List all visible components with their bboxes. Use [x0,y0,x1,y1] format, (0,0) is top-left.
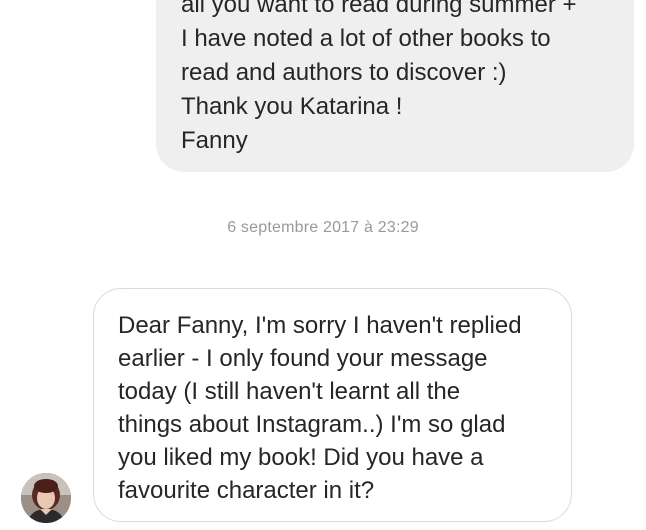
message-line: earlier - I only found your message [118,345,488,372]
message-line: I have noted a lot of other books to [181,25,551,52]
sender-avatar[interactable] [21,473,71,523]
message-thread: all you want to read during summer + I h… [0,0,646,530]
message-line: you liked my book! Did you have a [118,444,484,471]
message-line: favourite character in it? [118,477,375,504]
incoming-message-bubble[interactable]: Dear Fanny, I'm sorry I haven't replied … [93,288,572,522]
message-line: all you want to read during summer + [181,0,577,18]
message-line: today (I still haven't learnt all the [118,378,461,405]
outgoing-message-bubble[interactable]: all you want to read during summer + I h… [156,0,634,172]
message-line: Thank you Katarina ! [181,93,403,120]
message-line: Fanny [181,127,248,154]
message-line: things about Instagram..) I'm so glad [118,411,506,438]
message-line: Dear Fanny, I'm sorry I haven't replied [118,312,522,339]
message-timestamp: 6 septembre 2017 à 23:29 [227,219,419,236]
message-line: read and authors to discover :) [181,59,507,86]
avatar-photo-icon [21,473,71,523]
